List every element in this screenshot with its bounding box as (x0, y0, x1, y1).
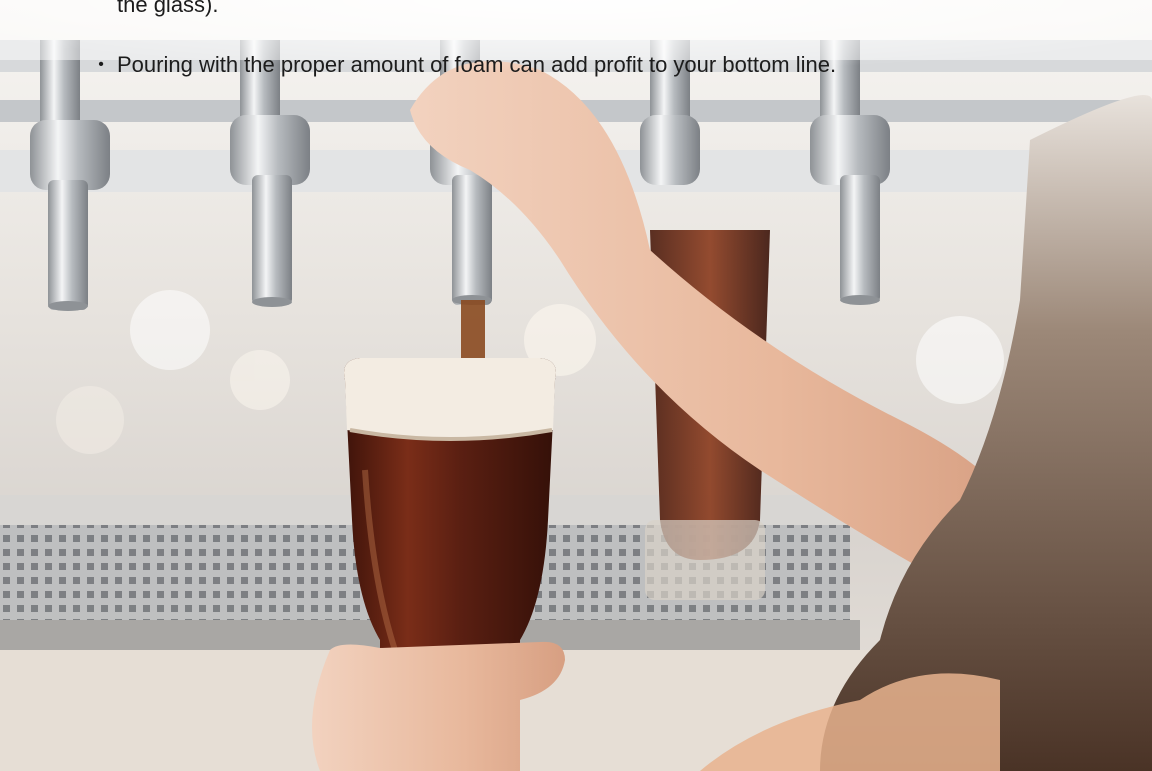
bullet-dot-icon: • (98, 56, 104, 73)
bullet-text: Pouring with the proper amount of foam c… (117, 52, 837, 77)
bullet-item: • Pouring with the proper amount of foam… (97, 52, 836, 78)
continuation-text: the glass). (117, 0, 219, 17)
beer-pouring-photo (0, 0, 1152, 771)
